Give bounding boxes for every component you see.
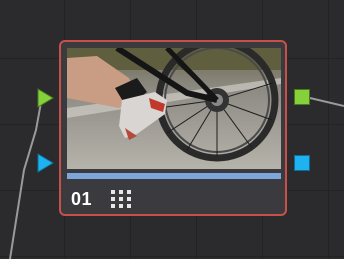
render-progress-fill — [67, 173, 281, 179]
triangle-right-icon — [37, 88, 54, 108]
node-number: 01 — [71, 189, 93, 209]
output-rgb-port[interactable] — [294, 89, 310, 105]
clip-grid-icon — [111, 190, 131, 208]
node-thumbnail — [67, 48, 281, 169]
triangle-right-icon — [37, 153, 54, 173]
input-rgb-port[interactable] — [37, 88, 55, 108]
render-progress-bar — [67, 173, 281, 179]
output-key-port[interactable] — [294, 155, 310, 171]
corrector-node[interactable]: 01 — [59, 40, 287, 216]
input-wire — [9, 96, 43, 259]
input-key-port[interactable] — [37, 153, 55, 173]
output-wire — [309, 97, 344, 107]
